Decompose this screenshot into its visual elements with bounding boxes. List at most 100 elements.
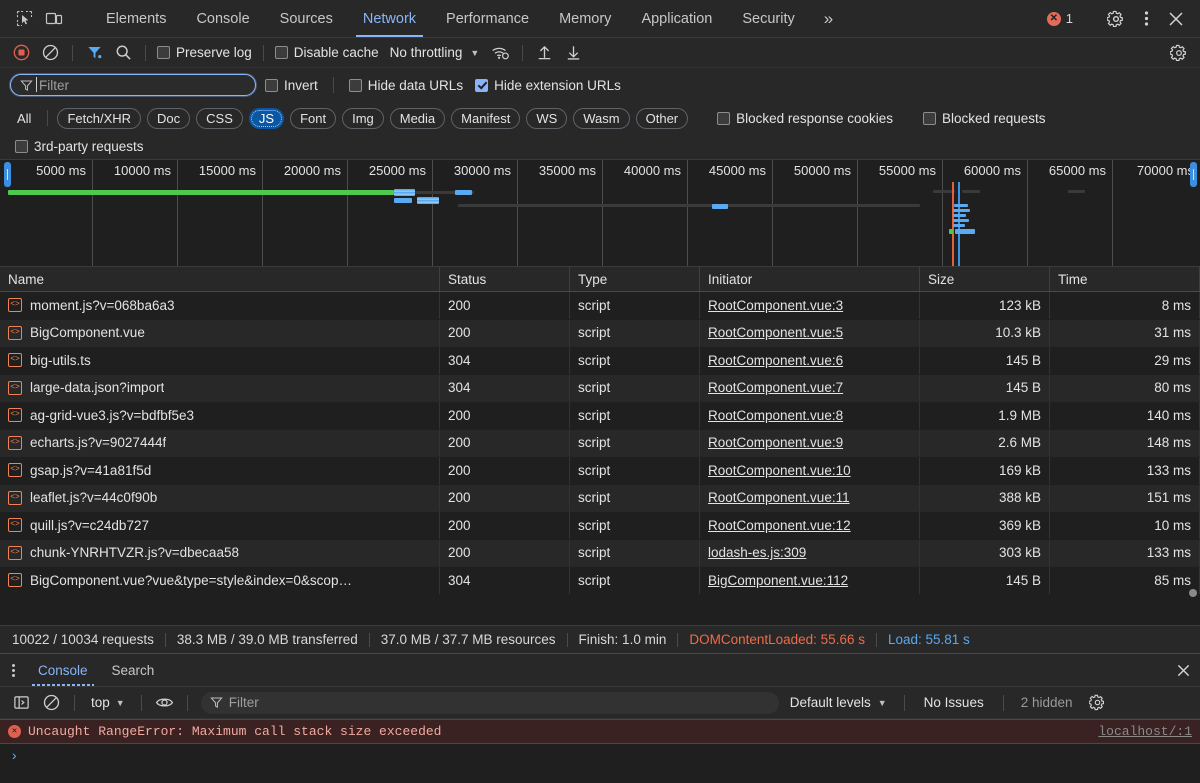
issues-button[interactable]: No Issues	[914, 695, 994, 710]
column-header-time[interactable]: Time	[1050, 267, 1200, 291]
network-conditions-icon[interactable]	[487, 41, 514, 65]
import-har-icon[interactable]	[531, 41, 558, 65]
error-count-badge[interactable]: ✕ 1	[1039, 11, 1081, 26]
table-row[interactable]: <>quill.js?v=c24db727200scriptRootCompon…	[0, 512, 1200, 540]
cell-initiator[interactable]: RootComponent.vue:7	[700, 375, 920, 402]
execution-context-dropdown[interactable]: top ▼	[84, 693, 132, 712]
cell-name[interactable]: <>chunk-YNRHTVZR.js?v=dbecaa58	[0, 540, 440, 567]
hide-extension-urls-checkbox[interactable]: Hide extension URLs	[472, 78, 624, 93]
cell-initiator[interactable]: RootComponent.vue:5	[700, 320, 920, 347]
cell-name[interactable]: <>gsap.js?v=41a81f5d	[0, 457, 440, 484]
column-header-type[interactable]: Type	[570, 267, 700, 291]
chip-fetch-xhr[interactable]: Fetch/XHR	[57, 108, 141, 129]
chip-other[interactable]: Other	[636, 108, 689, 129]
gear-icon[interactable]	[1102, 6, 1130, 32]
cell-initiator[interactable]: RootComponent.vue:11	[700, 485, 920, 512]
table-row[interactable]: <>big-utils.ts304scriptRootComponent.vue…	[0, 347, 1200, 375]
export-har-icon[interactable]	[560, 41, 587, 65]
cell-name[interactable]: <>large-data.json?import	[0, 375, 440, 402]
tab-memory[interactable]: Memory	[544, 0, 626, 37]
chip-doc[interactable]: Doc	[147, 108, 190, 129]
table-row[interactable]: <>ag-grid-vue3.js?v=bdfbf5e3200scriptRoo…	[0, 402, 1200, 430]
tab-sources[interactable]: Sources	[265, 0, 348, 37]
tab-console[interactable]: Console	[181, 0, 264, 37]
column-header-status[interactable]: Status	[440, 267, 570, 291]
chip-ws[interactable]: WS	[526, 108, 567, 129]
tab-elements[interactable]: Elements	[91, 0, 181, 37]
preserve-log-checkbox[interactable]: Preserve log	[154, 45, 255, 60]
chip-font[interactable]: Font	[290, 108, 336, 129]
live-expression-icon[interactable]	[151, 691, 178, 715]
cell-initiator[interactable]: lodash-es.js:309	[700, 540, 920, 567]
cell-initiator[interactable]: RootComponent.vue:10	[700, 457, 920, 484]
cell-initiator[interactable]: RootComponent.vue:12	[700, 512, 920, 539]
cell-name[interactable]: <>moment.js?v=068ba6a3	[0, 292, 440, 319]
column-header-size[interactable]: Size	[920, 267, 1050, 291]
console-error-source-link[interactable]: localhost/:1	[1098, 724, 1192, 739]
device-toolbar-icon[interactable]	[40, 6, 68, 32]
tab-performance[interactable]: Performance	[431, 0, 544, 37]
clear-console-icon[interactable]	[38, 691, 65, 715]
column-header-initiator[interactable]: Initiator	[700, 267, 920, 291]
table-row[interactable]: <>large-data.json?import304scriptRootCom…	[0, 375, 1200, 403]
gear-icon[interactable]	[1165, 41, 1192, 65]
console-prompt[interactable]: ›	[0, 744, 1200, 770]
throttling-dropdown[interactable]: No throttling ▼	[384, 43, 486, 62]
console-error-message[interactable]: ✕ Uncaught RangeError: Maximum call stac…	[0, 719, 1200, 744]
gear-icon[interactable]	[1084, 691, 1111, 715]
cell-initiator[interactable]: RootComponent.vue:6	[700, 347, 920, 374]
tab-network[interactable]: Network	[348, 0, 431, 37]
inspect-cursor-icon[interactable]	[10, 6, 38, 32]
close-icon[interactable]	[1162, 6, 1190, 32]
table-row[interactable]: <>leaflet.js?v=44c0f90b200scriptRootComp…	[0, 485, 1200, 513]
cell-name[interactable]: <>echarts.js?v=9027444f	[0, 430, 440, 457]
chip-img[interactable]: Img	[342, 108, 384, 129]
clear-icon[interactable]	[37, 41, 64, 65]
tab-application[interactable]: Application	[626, 0, 727, 37]
blocked-requests-checkbox[interactable]: Blocked requests	[920, 111, 1049, 126]
tab-security[interactable]: Security	[727, 0, 809, 37]
cell-name[interactable]: <>ag-grid-vue3.js?v=bdfbf5e3	[0, 402, 440, 429]
network-overview-timeline[interactable]: 5000 ms 10000 ms 15000 ms 20000 ms 25000…	[0, 160, 1200, 267]
cell-initiator[interactable]: BigComponent.vue:112	[700, 567, 920, 594]
overview-left-handle[interactable]	[4, 162, 11, 187]
table-row[interactable]: <>moment.js?v=068ba6a3200scriptRootCompo…	[0, 292, 1200, 320]
table-scrollbar-thumb[interactable]	[1189, 589, 1197, 597]
filter-input[interactable]: Filter	[10, 74, 256, 96]
chip-wasm[interactable]: Wasm	[573, 108, 629, 129]
chip-js[interactable]: JS	[249, 108, 284, 129]
cell-initiator[interactable]: RootComponent.vue:9	[700, 430, 920, 457]
hide-data-urls-checkbox[interactable]: Hide data URLs	[346, 78, 466, 93]
cell-name[interactable]: <>BigComponent.vue	[0, 320, 440, 347]
log-levels-dropdown[interactable]: Default levels ▼	[782, 693, 895, 712]
more-tabs-button[interactable]: »	[810, 0, 846, 37]
chip-css[interactable]: CSS	[196, 108, 243, 129]
cell-name[interactable]: <>BigComponent.vue?vue&type=style&index=…	[0, 567, 440, 594]
drawer-menu-icon[interactable]	[0, 654, 26, 686]
cell-initiator[interactable]: RootComponent.vue:3	[700, 292, 920, 319]
table-row[interactable]: <>BigComponent.vue?vue&type=style&index=…	[0, 567, 1200, 595]
table-row[interactable]: <>gsap.js?v=41a81f5d200scriptRootCompone…	[0, 457, 1200, 485]
table-row[interactable]: <>BigComponent.vue200scriptRootComponent…	[0, 320, 1200, 348]
column-header-name[interactable]: Name	[0, 267, 440, 291]
invert-checkbox[interactable]: Invert	[262, 78, 321, 93]
console-sidebar-icon[interactable]	[8, 691, 35, 715]
search-icon[interactable]	[110, 41, 137, 65]
console-filter-input[interactable]: Filter	[201, 692, 779, 714]
chip-manifest[interactable]: Manifest	[451, 108, 520, 129]
cell-name[interactable]: <>big-utils.ts	[0, 347, 440, 374]
third-party-requests-checkbox[interactable]: 3rd-party requests	[12, 139, 147, 154]
cell-name[interactable]: <>quill.js?v=c24db727	[0, 512, 440, 539]
record-stop-icon[interactable]	[8, 41, 35, 65]
drawer-close-icon[interactable]	[1166, 654, 1200, 686]
blocked-response-cookies-checkbox[interactable]: Blocked response cookies	[714, 111, 896, 126]
cell-initiator[interactable]: RootComponent.vue:8	[700, 402, 920, 429]
table-row[interactable]: <>echarts.js?v=9027444f200scriptRootComp…	[0, 430, 1200, 458]
table-row[interactable]: <>chunk-YNRHTVZR.js?v=dbecaa58200scriptl…	[0, 540, 1200, 568]
disable-cache-checkbox[interactable]: Disable cache	[272, 45, 382, 60]
filter-funnel-icon[interactable]	[81, 41, 108, 65]
drawer-tab-search[interactable]: Search	[100, 654, 167, 686]
drawer-tab-console[interactable]: Console	[26, 654, 100, 686]
three-dot-menu-icon[interactable]	[1132, 6, 1160, 32]
chip-all[interactable]: All	[10, 108, 38, 129]
